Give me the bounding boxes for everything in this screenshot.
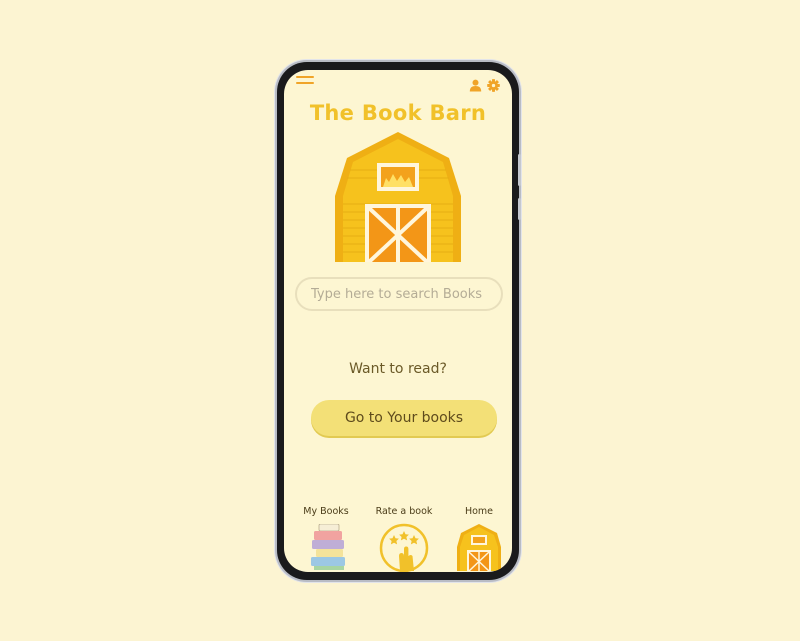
app-title: The Book Barn (309, 101, 487, 125)
book-stack-icon (311, 524, 345, 570)
reading-prompt: Want to read? (349, 361, 447, 377)
gear-icon[interactable] (487, 79, 500, 92)
app-screen: The Book Barn Type here to search Books … (284, 70, 512, 572)
rate-stars-hand-icon (379, 523, 429, 572)
search-input[interactable] (295, 277, 503, 311)
barn-logo-icon (335, 132, 461, 262)
nav-label-my-books: My Books (303, 506, 349, 517)
go-to-your-books-button[interactable]: Go to Your books (311, 400, 497, 436)
power-button (518, 198, 521, 220)
nav-label-home: Home (464, 506, 494, 517)
nav-home[interactable]: Home (454, 506, 504, 571)
user-icon[interactable] (469, 79, 482, 92)
nav-label-rate-a-book: Rate a book (375, 506, 433, 517)
hamburger-menu-icon[interactable] (296, 76, 314, 88)
header-actions (469, 79, 500, 92)
barn-home-icon (457, 524, 501, 571)
phone-frame: The Book Barn Type here to search Books … (277, 62, 521, 580)
volume-button (518, 154, 521, 186)
nav-rate-a-book[interactable]: Rate a book (369, 506, 439, 572)
nav-my-books[interactable]: My Books (298, 506, 354, 570)
